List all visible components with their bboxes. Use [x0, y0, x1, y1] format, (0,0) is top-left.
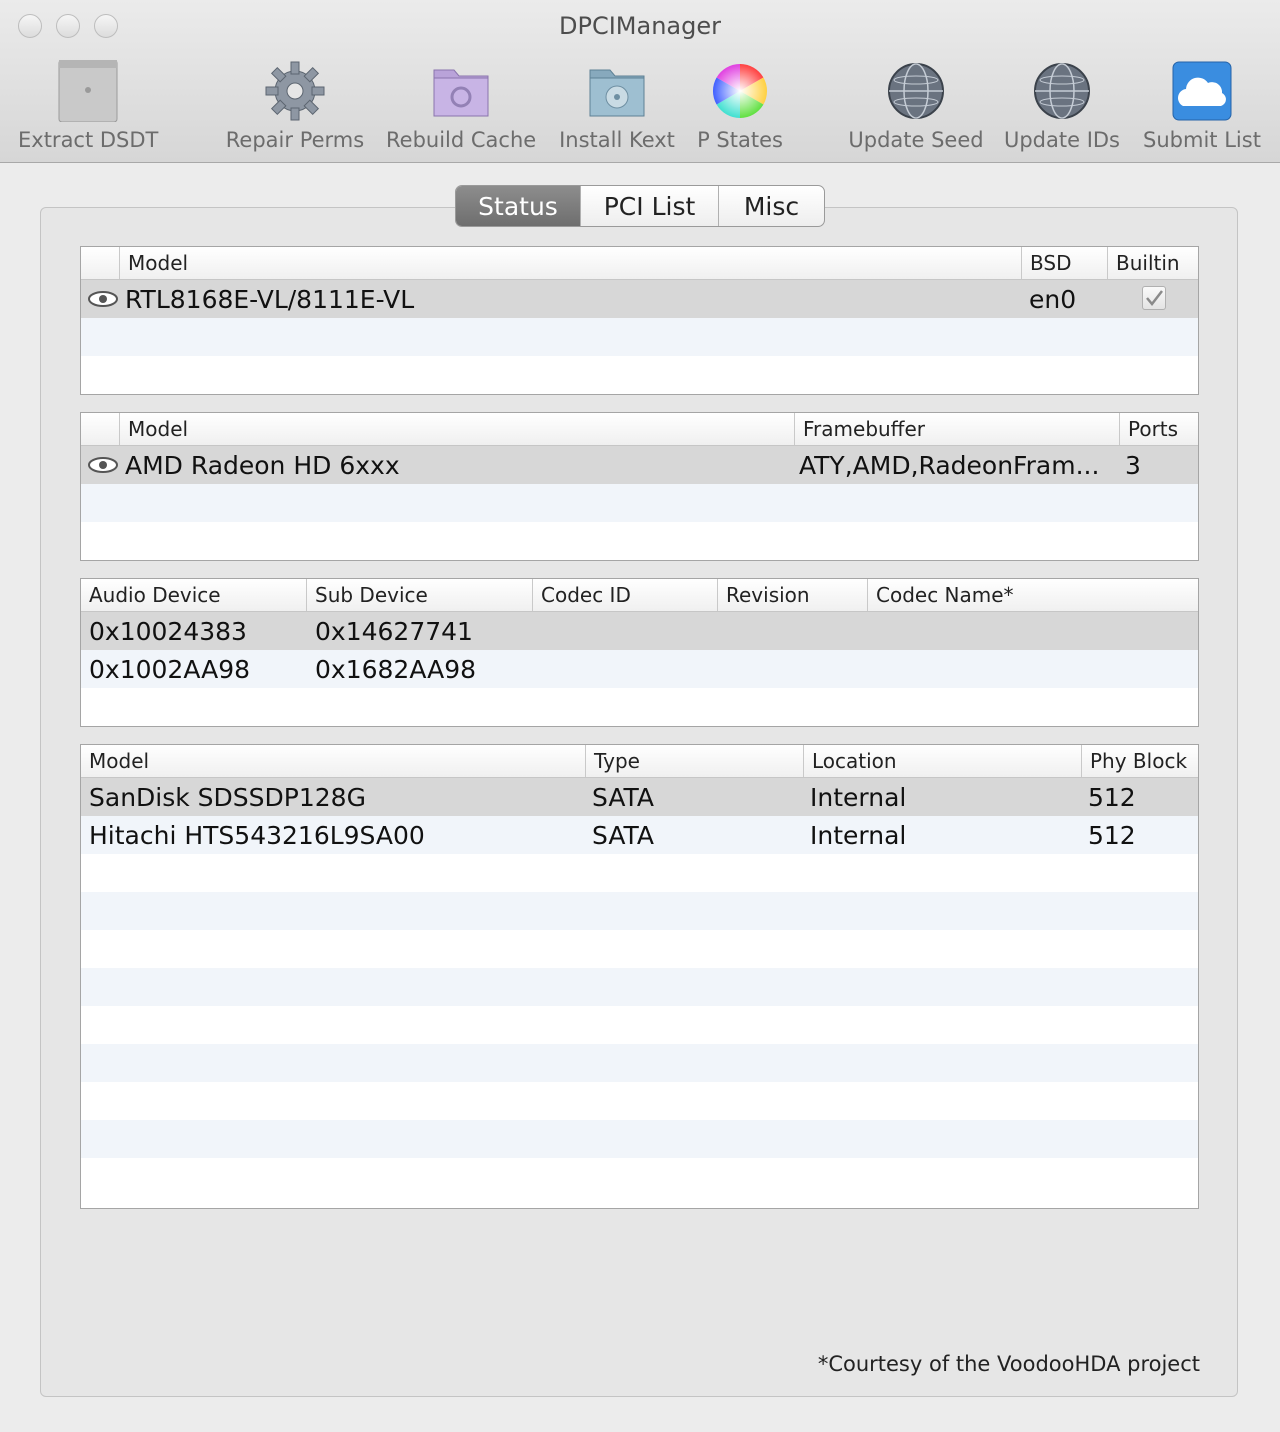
rebuild-cache-button[interactable]: Rebuild Cache [386, 60, 536, 152]
app-window: DPCIManager Extract DSDT Repair Perms Re… [0, 0, 1280, 1432]
checkmark-icon [1146, 290, 1163, 306]
repair-perms-button[interactable]: Repair Perms [224, 60, 366, 152]
storage-location: Internal [810, 783, 907, 812]
column-revision[interactable]: Revision [717, 579, 810, 611]
column-codec-name[interactable]: Codec Name* [867, 579, 1014, 611]
network-model: RTL8168E-VL/8111E-VL [125, 285, 415, 314]
graphics-framebuffer: ATY,AMD,RadeonFram... [799, 451, 1100, 480]
builtin-checkbox[interactable] [1142, 286, 1166, 310]
table-row [81, 1044, 1198, 1082]
column-audio-device[interactable]: Audio Device [81, 579, 221, 611]
table-row [81, 318, 1198, 356]
column-phy-block[interactable]: Phy Block [1081, 745, 1187, 777]
audio-sub-device: 0x1682AA98 [315, 655, 477, 684]
audio-device: 0x10024383 [89, 617, 247, 646]
column-model[interactable]: Model [81, 745, 149, 777]
column-sub-device[interactable]: Sub Device [306, 579, 428, 611]
column-model[interactable]: Model [119, 413, 188, 445]
gear-icon [265, 61, 325, 121]
column-location[interactable]: Location [803, 745, 897, 777]
graphics-ports: 3 [1125, 451, 1141, 480]
p-states-button[interactable]: P States [696, 60, 784, 152]
cloud-icon [1172, 61, 1232, 121]
color-wheel-icon [712, 63, 768, 119]
storage-model: Hitachi HTS543216L9SA00 [89, 821, 425, 850]
graphics-model: AMD Radeon HD 6xxx [125, 451, 400, 480]
eye-icon[interactable] [87, 290, 119, 308]
table-row [81, 854, 1198, 892]
install-kext-button[interactable]: Install Kext [556, 60, 678, 152]
storage-phy-block: 512 [1088, 821, 1136, 850]
globe-icon [888, 63, 944, 119]
table-row[interactable]: AMD Radeon HD 6xxx ATY,AMD,RadeonFram...… [81, 446, 1198, 484]
audio-table-header: Audio Device Sub Device Codec ID Revisio… [81, 579, 1198, 612]
folder-gear-icon [433, 69, 489, 117]
table-row[interactable]: SanDisk SDSSDP128G SATA Internal 512 [81, 778, 1198, 816]
column-type[interactable]: Type [585, 745, 640, 777]
courtesy-footnote: *Courtesy of the VoodooHDA project [817, 1352, 1200, 1376]
storage-model: SanDisk SDSSDP128G [89, 783, 366, 812]
table-row [81, 1158, 1198, 1196]
network-table[interactable]: Model BSD Builtin RTL8168E-VL/8111E-VL e… [80, 246, 1199, 395]
audio-device: 0x1002AA98 [89, 655, 251, 684]
table-row [81, 892, 1198, 930]
storage-table[interactable]: Model Type Location Phy Block SanDisk SD… [80, 744, 1199, 1209]
table-row[interactable]: Hitachi HTS543216L9SA00 SATA Internal 51… [81, 816, 1198, 854]
update-ids-button[interactable]: Update IDs [1002, 60, 1122, 152]
storage-type: SATA [592, 821, 654, 850]
window-title: DPCIManager [559, 12, 721, 40]
folder-radiation-icon [589, 69, 645, 117]
table-row [81, 484, 1198, 522]
graphics-table[interactable]: Model Framebuffer Ports AMD Radeon HD 6x… [80, 412, 1199, 561]
storage-location: Internal [810, 821, 907, 850]
column-bsd[interactable]: BSD [1021, 247, 1071, 279]
tab-pci-list[interactable]: PCI List [580, 186, 718, 226]
table-row [81, 522, 1198, 560]
title-toolbar: DPCIManager Extract DSDT Repair Perms Re… [0, 0, 1280, 163]
table-row [81, 1006, 1198, 1044]
update-seed-button[interactable]: Update Seed [848, 60, 984, 152]
column-ports[interactable]: Ports [1119, 413, 1178, 445]
storage-table-header: Model Type Location Phy Block [81, 745, 1198, 778]
column-framebuffer[interactable]: Framebuffer [794, 413, 925, 445]
audio-table[interactable]: Audio Device Sub Device Codec ID Revisio… [80, 578, 1199, 727]
tab-misc[interactable]: Misc [718, 186, 824, 226]
extract-dsdt-button[interactable]: Extract DSDT [18, 60, 158, 152]
storage-type: SATA [592, 783, 654, 812]
table-row[interactable]: 0x10024383 0x14627741 [81, 612, 1198, 650]
table-row [81, 930, 1198, 968]
table-row[interactable]: RTL8168E-VL/8111E-VL en0 [81, 280, 1198, 318]
network-bsd: en0 [1029, 285, 1077, 314]
audio-sub-device: 0x14627741 [315, 617, 473, 646]
column-codec-id[interactable]: Codec ID [532, 579, 631, 611]
submit-list-button[interactable]: Submit List [1140, 60, 1264, 152]
tab-status[interactable]: Status [456, 186, 580, 226]
graphics-table-header: Model Framebuffer Ports [81, 413, 1198, 446]
mac-pro-icon [58, 60, 118, 122]
tab-bar: Status PCI List Misc [455, 185, 825, 227]
table-row [81, 356, 1198, 394]
column-model[interactable]: Model [119, 247, 188, 279]
table-row [81, 968, 1198, 1006]
table-row [81, 1082, 1198, 1120]
table-row[interactable]: 0x1002AA98 0x1682AA98 [81, 650, 1198, 688]
globe-icon [1034, 63, 1090, 119]
storage-phy-block: 512 [1088, 783, 1136, 812]
eye-icon[interactable] [87, 456, 119, 474]
table-row [81, 688, 1198, 726]
network-table-header: Model BSD Builtin [81, 247, 1198, 280]
column-builtin[interactable]: Builtin [1107, 247, 1180, 279]
table-row [81, 1120, 1198, 1158]
